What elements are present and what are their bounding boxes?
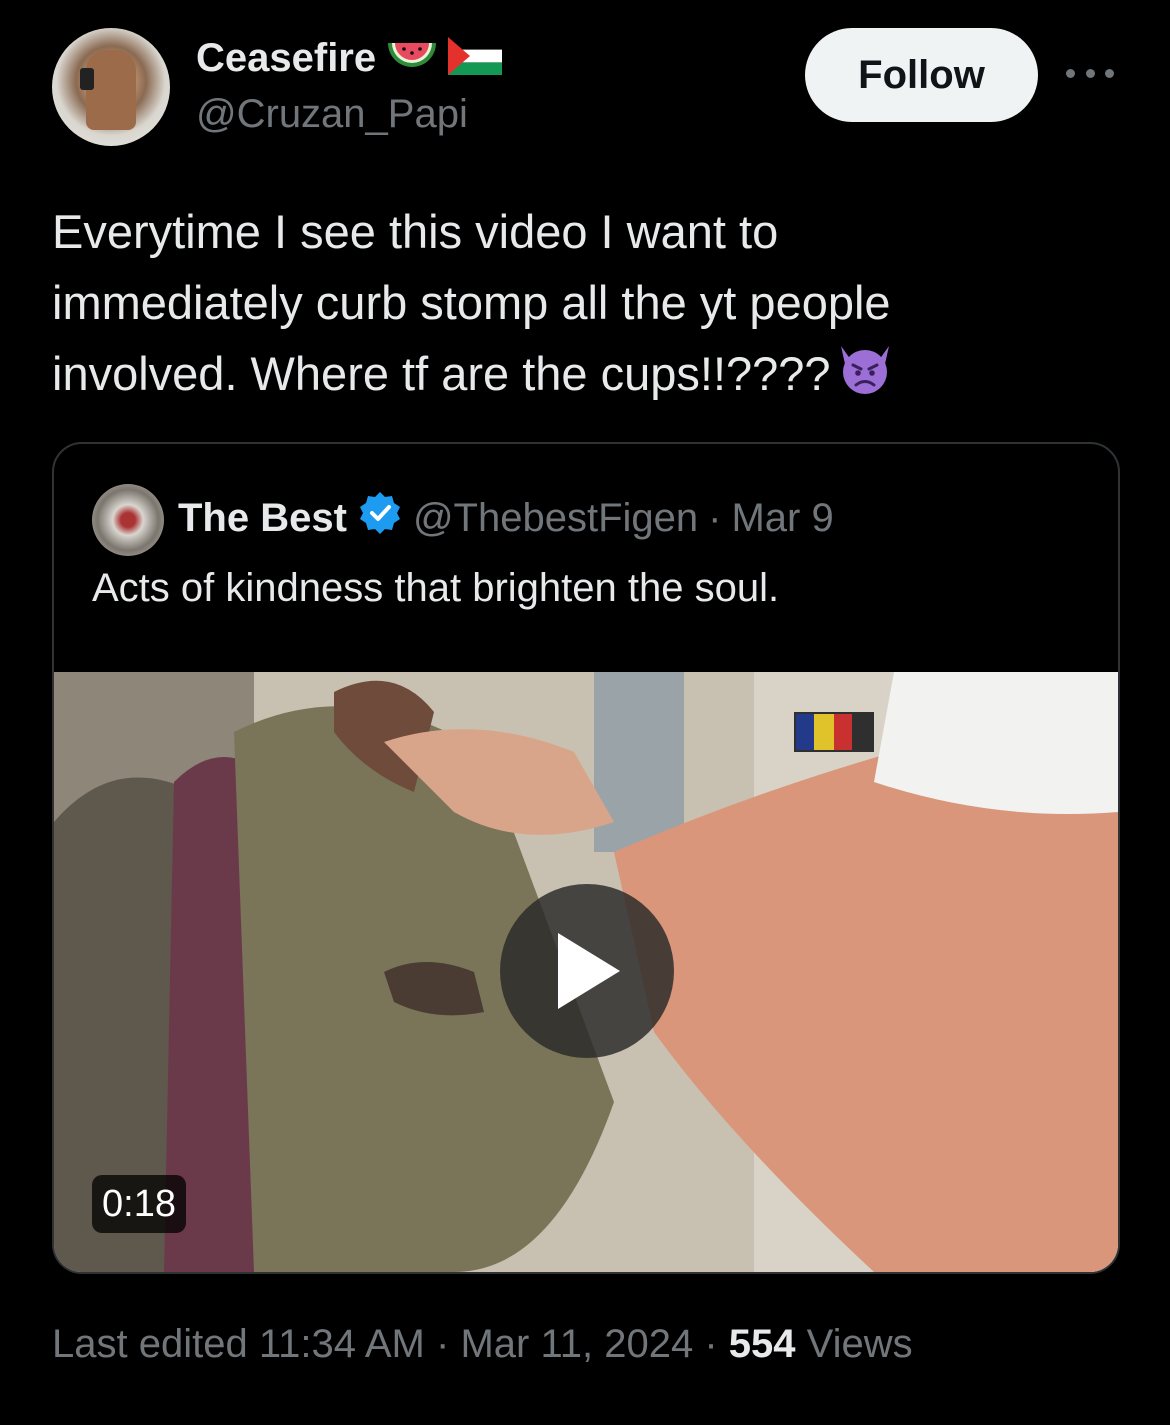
more-dot (1085, 68, 1095, 78)
views-label[interactable]: Views (807, 1322, 913, 1366)
quoted-tweet-card[interactable]: The Best @ThebestFigen · Mar 9 Acts of k… (52, 442, 1120, 1274)
play-icon[interactable] (500, 884, 674, 1058)
author-handle[interactable]: @Cruzan_Papi (196, 92, 468, 137)
quoted-handle[interactable]: @ThebestFigen (413, 496, 698, 541)
video-duration: 0:18 (92, 1175, 186, 1233)
quoted-text: Acts of kindness that brighten the soul. (92, 566, 780, 610)
author-display-name[interactable]: Ceasefire (196, 36, 376, 81)
meta-separator: · (704, 1322, 718, 1366)
more-dot (1066, 68, 1075, 78)
more-icon[interactable] (1066, 58, 1114, 88)
views-count[interactable]: 554 (729, 1322, 796, 1366)
tweet-line-last: involved. Where tf are the cups!!???? (52, 338, 1112, 415)
avatar-figure (86, 50, 136, 130)
avatar-phone (80, 68, 94, 90)
tweet-line: Everytime I see this video I want to (52, 205, 779, 258)
quoted-display-name[interactable]: The Best (178, 496, 347, 541)
tweet-line: immediately curb stomp all the yt people (52, 276, 891, 329)
angry-devil-icon (833, 340, 897, 415)
verified-badge-icon (357, 490, 403, 546)
meta-time[interactable]: 11:34 AM (259, 1322, 425, 1366)
tweet-line-text: involved. Where tf are the cups!!???? (52, 347, 831, 400)
tweet-meta: Last edited 11:34 AM · Mar 11, 2024 · 55… (52, 1322, 913, 1367)
palestine-flag-icon (448, 37, 503, 80)
author-name-row[interactable]: Ceasefire (196, 36, 503, 81)
tweet-text: Everytime I see this video I want to imm… (52, 196, 1112, 415)
video-player[interactable]: 0:18 (54, 672, 1118, 1272)
watermelon-icon (386, 39, 438, 78)
meta-separator: · (436, 1322, 450, 1366)
edited-label[interactable]: Last edited (52, 1322, 248, 1366)
meta-date[interactable]: Mar 11, 2024 (460, 1322, 693, 1366)
quoted-header: The Best @ThebestFigen · Mar 9 (178, 490, 834, 546)
quoted-avatar[interactable] (92, 484, 164, 556)
author-avatar[interactable] (52, 28, 170, 146)
quoted-date[interactable]: Mar 9 (731, 496, 833, 541)
quoted-separator: · (708, 495, 722, 540)
follow-button[interactable]: Follow (805, 28, 1038, 122)
more-dot (1105, 68, 1114, 78)
